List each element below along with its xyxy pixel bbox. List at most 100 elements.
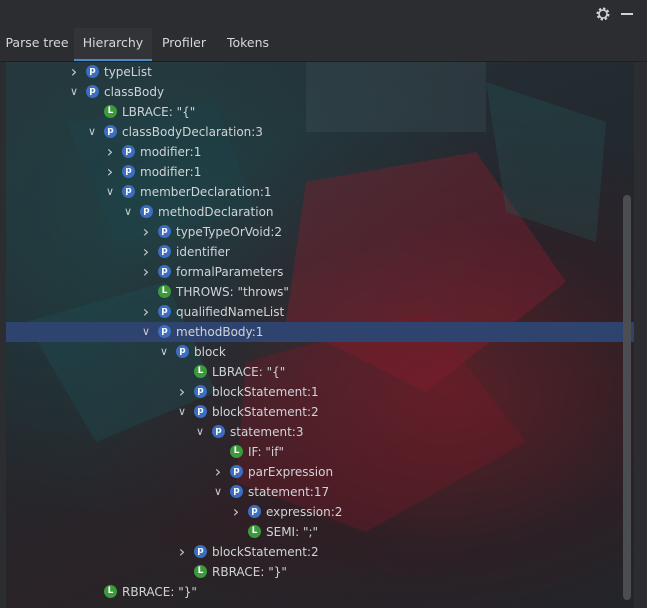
tree-node-label: IF: "if" bbox=[248, 445, 284, 459]
chevron-down-icon[interactable]: ∨ bbox=[212, 482, 224, 502]
tree-node[interactable]: › p identifier bbox=[6, 242, 634, 262]
tree-node-label: identifier bbox=[176, 245, 230, 259]
chevron-right-icon[interactable]: › bbox=[230, 502, 242, 522]
gear-icon[interactable] bbox=[595, 6, 611, 22]
tree-node[interactable]: ∨ p classBodyDeclaration:3 bbox=[6, 122, 634, 142]
chevron-right-icon[interactable]: › bbox=[140, 222, 152, 242]
chevron-right-icon[interactable]: › bbox=[140, 242, 152, 262]
tree-node[interactable]: ∨ p methodDeclaration bbox=[6, 202, 634, 222]
lexer-token-icon: L bbox=[248, 525, 261, 538]
chevron-down-icon[interactable]: ∨ bbox=[122, 202, 134, 222]
parser-rule-icon: p bbox=[158, 305, 171, 318]
tree-node[interactable]: ∨ p memberDeclaration:1 bbox=[6, 182, 634, 202]
chevron-right-icon[interactable]: › bbox=[104, 162, 116, 182]
tree-node-label: modifier:1 bbox=[140, 145, 202, 159]
chevron-right-icon[interactable]: › bbox=[104, 142, 116, 162]
tree-node[interactable]: › p modifier:1 bbox=[6, 142, 634, 162]
tree-node-label: blockStatement:2 bbox=[212, 545, 319, 559]
tree-node-label: statement:17 bbox=[248, 485, 330, 499]
parser-rule-icon: p bbox=[104, 125, 117, 138]
tree-node-label: methodDeclaration bbox=[158, 205, 274, 219]
tab-profiler[interactable]: Profiler bbox=[152, 28, 216, 59]
tree-node-label: classBodyDeclaration:3 bbox=[122, 125, 263, 139]
lexer-token-icon: L bbox=[194, 565, 207, 578]
tree-node-label: THROWS: "throws" bbox=[176, 285, 289, 299]
lexer-token-icon: L bbox=[158, 285, 171, 298]
chevron-down-icon[interactable]: ∨ bbox=[86, 122, 98, 142]
chevron-right-icon[interactable]: › bbox=[176, 382, 188, 402]
tree-node[interactable]: ∨ p statement:17 bbox=[6, 482, 634, 502]
tree-node-label: SEMI: ";" bbox=[266, 525, 319, 539]
chevron-down-icon[interactable]: ∨ bbox=[68, 82, 80, 102]
tree-node[interactable]: ∨ p blockStatement:2 bbox=[6, 402, 634, 422]
chevron-right-icon[interactable]: › bbox=[140, 302, 152, 322]
parser-rule-icon: p bbox=[158, 325, 171, 338]
tree-node[interactable]: › p modifier:1 bbox=[6, 162, 634, 182]
parser-rule-icon: p bbox=[230, 485, 243, 498]
chevron-down-icon[interactable]: ∨ bbox=[104, 182, 116, 202]
parser-rule-icon: p bbox=[176, 345, 189, 358]
tree-node[interactable]: › p formalParameters bbox=[6, 262, 634, 282]
tree-node[interactable]: › p typeTypeOrVoid:2 bbox=[6, 222, 634, 242]
tree-node[interactable]: › p parExpression bbox=[6, 462, 634, 482]
tree-node-label: formalParameters bbox=[176, 265, 284, 279]
tree-node-label: statement:3 bbox=[230, 425, 304, 439]
tree-node-label: LBRACE: "{" bbox=[212, 365, 286, 379]
tree-node[interactable]: L SEMI: ";" bbox=[6, 522, 634, 542]
tree-node[interactable]: L RBRACE: "}" bbox=[6, 562, 634, 582]
chevron-right-icon[interactable]: › bbox=[176, 542, 188, 562]
minimize-icon[interactable] bbox=[621, 13, 633, 15]
chevron-down-icon[interactable]: ∨ bbox=[140, 322, 152, 342]
tree-node[interactable]: ∨ p statement:3 bbox=[6, 422, 634, 442]
tree-node[interactable]: L LBRACE: "{" bbox=[6, 102, 634, 122]
parser-rule-icon: p bbox=[122, 165, 135, 178]
tree-node[interactable]: L IF: "if" bbox=[6, 442, 634, 462]
tree-node[interactable]: ∨ p methodBody:1 bbox=[6, 322, 634, 342]
tree-node[interactable]: ∨ p block bbox=[6, 342, 634, 362]
tree-node[interactable]: › p blockStatement:1 bbox=[6, 382, 634, 402]
tree-node-label: memberDeclaration:1 bbox=[140, 185, 272, 199]
tree-node-label: LBRACE: "{" bbox=[122, 105, 196, 119]
tool-window-header bbox=[0, 0, 647, 28]
tree-node-label: RBRACE: "}" bbox=[212, 565, 287, 579]
parser-rule-icon: p bbox=[194, 405, 207, 418]
tree-node[interactable]: L RBRACE: "}" bbox=[6, 582, 634, 602]
parse-tree-view[interactable]: › p typeList ∨ p classBody L LBRACE: "{" ∨ p class… bbox=[6, 62, 634, 608]
lexer-token-icon: L bbox=[194, 365, 207, 378]
parser-rule-icon: p bbox=[158, 265, 171, 278]
chevron-down-icon[interactable]: ∨ bbox=[176, 402, 188, 422]
chevron-right-icon[interactable]: › bbox=[68, 62, 80, 82]
tree-node[interactable]: L THROWS: "throws" bbox=[6, 282, 634, 302]
vertical-scrollbar[interactable] bbox=[623, 195, 631, 600]
tab-tokens[interactable]: Tokens bbox=[216, 28, 280, 59]
tree-node[interactable]: › p typeList bbox=[6, 62, 634, 82]
chevron-right-icon[interactable]: › bbox=[140, 262, 152, 282]
tree-node-label: qualifiedNameList bbox=[176, 305, 285, 319]
tab-hierarchy[interactable]: Hierarchy bbox=[74, 28, 152, 61]
tree-node[interactable]: › p qualifiedNameList bbox=[6, 302, 634, 322]
tree-node-label: RBRACE: "}" bbox=[122, 585, 197, 599]
tree-node-label: classBody bbox=[104, 85, 165, 99]
chevron-down-icon[interactable]: ∨ bbox=[194, 422, 206, 442]
tree-node-label: modifier:1 bbox=[140, 165, 202, 179]
tree-node-label: blockStatement:1 bbox=[212, 385, 319, 399]
parser-rule-icon: p bbox=[158, 225, 171, 238]
chevron-right-icon[interactable]: › bbox=[212, 462, 224, 482]
lexer-token-icon: L bbox=[104, 585, 117, 598]
parser-rule-icon: p bbox=[158, 245, 171, 258]
lexer-token-icon: L bbox=[104, 105, 117, 118]
parser-rule-icon: p bbox=[230, 465, 243, 478]
tree-node[interactable]: ∨ p classBody bbox=[6, 82, 634, 102]
parser-rule-icon: p bbox=[212, 425, 225, 438]
chevron-down-icon[interactable]: ∨ bbox=[158, 342, 170, 362]
tree-node[interactable]: › p expression:2 bbox=[6, 502, 634, 522]
lexer-token-icon: L bbox=[230, 445, 243, 458]
tree-node-label: expression:2 bbox=[266, 505, 343, 519]
tab-parse-tree[interactable]: Parse tree bbox=[0, 28, 74, 59]
parser-rule-icon: p bbox=[122, 145, 135, 158]
tree-node[interactable]: L LBRACE: "{" bbox=[6, 362, 634, 382]
tree-node[interactable]: › p blockStatement:2 bbox=[6, 542, 634, 562]
parser-rule-icon: p bbox=[122, 185, 135, 198]
parser-rule-icon: p bbox=[194, 545, 207, 558]
tree-node-label: blockStatement:2 bbox=[212, 405, 319, 419]
